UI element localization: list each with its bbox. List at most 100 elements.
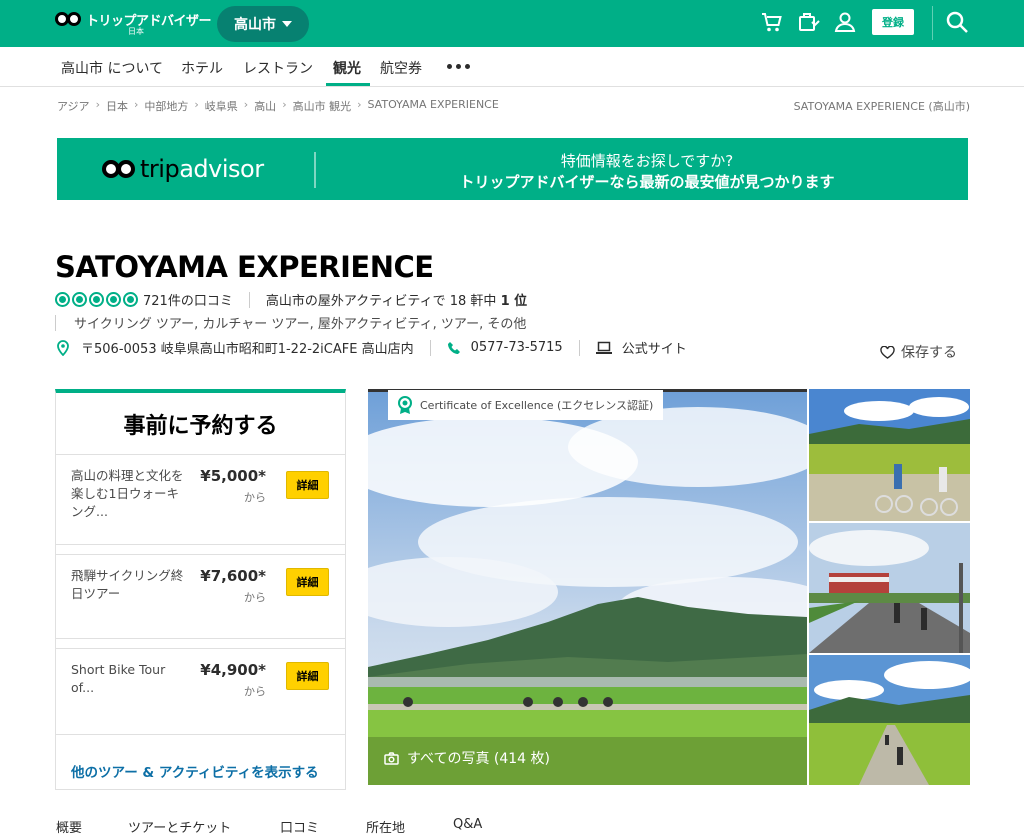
banner-logo: tripadvisor	[102, 155, 264, 183]
nav-about[interactable]: 高山市 について	[61, 58, 163, 78]
tour-price: ¥4,900*	[200, 661, 266, 679]
landscape-photo	[368, 392, 807, 785]
contact-row: 〒506-0053 岐阜県高山市昭和町1-22-2iCAFE 高山店内 0577…	[57, 338, 687, 357]
logo-country: 日本	[128, 27, 144, 36]
tour-name[interactable]: 飛騨サイクリング終日ツアー	[71, 567, 186, 603]
tour-price-from: から	[244, 591, 266, 604]
tour-spacer	[56, 639, 345, 649]
tour-price: ¥5,000*	[200, 467, 266, 485]
cyclists-field-photo	[809, 389, 970, 521]
crumb-current: SATOYAMA EXPERIENCE	[367, 98, 499, 111]
camera-icon	[384, 751, 399, 765]
register-button[interactable]: 登録	[872, 9, 914, 35]
laptop-icon	[595, 341, 612, 354]
owl-icon	[55, 12, 83, 27]
crumb-separator: ›	[282, 98, 287, 111]
banner-line-2: トリップアドバイザーなら最新の最安値が見つかります	[459, 173, 835, 191]
all-photos-link[interactable]: すべての写真 (414 枚)	[384, 748, 550, 768]
divider	[55, 314, 56, 331]
rating-bubble-icon	[55, 292, 70, 307]
crumb-takayama-sights[interactable]: 高山市 観光	[293, 98, 352, 114]
nav-restaurants[interactable]: レストラン	[243, 58, 313, 78]
divider	[248, 291, 250, 308]
tour-item[interactable]: 飛騨サイクリング終日ツアー ¥7,600* から 詳細	[56, 555, 345, 639]
banner-divider	[314, 152, 316, 188]
booking-panel: 事前に予約する 高山の料理と文化を楽しむ1日ウォーキング... ¥5,000* …	[55, 389, 346, 790]
divider	[578, 339, 580, 356]
tour-item[interactable]: Short Bike Tour of... ¥4,900* から 詳細	[56, 649, 345, 735]
rating-bubble-icon	[89, 292, 104, 307]
tour-name[interactable]: Short Bike Tour of...	[71, 661, 186, 697]
review-count-link[interactable]: 721件の口コミ	[143, 290, 233, 309]
tab-reviews[interactable]: 口コミ	[280, 817, 319, 836]
rating-bubble-icon	[72, 292, 87, 307]
ranking[interactable]: 高山市の屋外アクティビティで 18 軒中 1 位	[266, 290, 527, 309]
side-photo[interactable]	[809, 655, 970, 785]
main-photo[interactable]	[368, 389, 807, 785]
heart-icon	[880, 345, 895, 359]
phone-link[interactable]: 0577-73-5715	[471, 340, 563, 355]
tab-location[interactable]: 所在地	[366, 817, 405, 836]
promo-banner[interactable]: tripadvisor 特価情報をお探しですか? トリップアドバイザーなら最新の…	[57, 138, 968, 200]
crumb-gifu[interactable]: 岐阜県	[205, 98, 238, 114]
all-photos-label: すべての写真 (414 枚)	[407, 751, 551, 767]
crumb-takayama[interactable]: 高山	[254, 98, 276, 114]
crumb-separator: ›	[133, 98, 139, 111]
tour-details-button[interactable]: 詳細	[286, 662, 329, 690]
breadcrumb-location: SATOYAMA EXPERIENCE (高山市)	[793, 100, 970, 113]
website-link[interactable]: 公式サイト	[622, 338, 687, 357]
tour-details-button[interactable]: 詳細	[286, 568, 329, 596]
side-photo[interactable]	[809, 389, 970, 521]
certificate-badge[interactable]: Certificate of Excellence (エクセレンス認証)	[388, 390, 663, 420]
search-icon[interactable]	[945, 10, 969, 34]
top-header: トリップアドバイザー 日本 高山市 登録	[0, 0, 1024, 47]
tour-spacer	[56, 545, 345, 555]
award-icon	[398, 396, 412, 414]
crumb-separator: ›	[95, 98, 100, 111]
city-label: 高山市	[234, 17, 276, 33]
active-tab-indicator	[326, 83, 370, 86]
categories: サイクリング ツアー, カルチャー ツアー, 屋外アクティビティ, ツアー, そ…	[55, 313, 526, 332]
rating-bubble-icon	[106, 292, 121, 307]
tour-details-button[interactable]: 詳細	[286, 471, 329, 499]
crumb-separator: ›	[357, 98, 362, 111]
crumb-separator: ›	[243, 98, 249, 111]
banner-line-1: 特価情報をお探しですか?	[560, 152, 734, 170]
banner-logo-text: tripadvisor	[140, 155, 264, 183]
booking-title: 事前に予約する	[56, 393, 345, 455]
tab-qa[interactable]: Q&A	[453, 817, 482, 832]
save-button[interactable]: 保存する	[880, 342, 957, 362]
page-title: SATOYAMA EXPERIENCE	[55, 250, 434, 284]
nav-flights[interactable]: 航空券	[380, 58, 422, 78]
chevron-down-icon	[282, 21, 292, 27]
crumb-asia[interactable]: アジア	[57, 98, 90, 114]
nav-hotels[interactable]: ホテル	[181, 58, 223, 78]
rating-row: 721件の口コミ 高山市の屋外アクティビティで 18 軒中 1 位	[55, 290, 527, 309]
more-tours-link[interactable]: 他のツアー & アクティビティを表示する	[71, 761, 319, 781]
more-icon[interactable]	[447, 64, 470, 69]
divider	[429, 339, 431, 356]
tab-tours-tickets[interactable]: ツアーとチケット	[128, 817, 231, 836]
tour-item[interactable]: 高山の料理と文化を楽しむ1日ウォーキング... ¥5,000* から 詳細	[56, 455, 345, 545]
nav-attractions[interactable]: 観光	[333, 58, 361, 78]
crumb-japan[interactable]: 日本	[106, 98, 128, 114]
rating-bubbles[interactable]	[55, 292, 138, 307]
city-selector-button[interactable]: 高山市	[217, 6, 309, 42]
breadcrumb: アジア › 日本 › 中部地方 › 岐阜県 › 高山 › 高山市 観光 › SATOYAMA…	[57, 98, 499, 114]
side-photo[interactable]	[809, 523, 970, 653]
save-label: 保存する	[901, 345, 957, 361]
tour-name[interactable]: 高山の料理と文化を楽しむ1日ウォーキング...	[71, 467, 186, 521]
crumb-separator: ›	[194, 98, 199, 111]
crumb-chubu[interactable]: 中部地方	[144, 98, 188, 114]
logo-text: トリップアドバイザー	[86, 14, 212, 29]
user-icon[interactable]	[833, 10, 857, 34]
header-divider	[932, 6, 933, 40]
cart-icon[interactable]	[760, 10, 784, 34]
trips-icon[interactable]	[797, 10, 821, 34]
owl-icon	[102, 159, 136, 179]
tab-overview[interactable]: 概要	[56, 817, 82, 836]
tour-price: ¥7,600*	[200, 567, 266, 585]
tour-price-from: から	[244, 491, 266, 504]
cyclists-train-photo	[809, 523, 970, 653]
address-link[interactable]: 〒506-0053 岐阜県高山市昭和町1-22-2iCAFE 高山店内	[81, 338, 414, 357]
